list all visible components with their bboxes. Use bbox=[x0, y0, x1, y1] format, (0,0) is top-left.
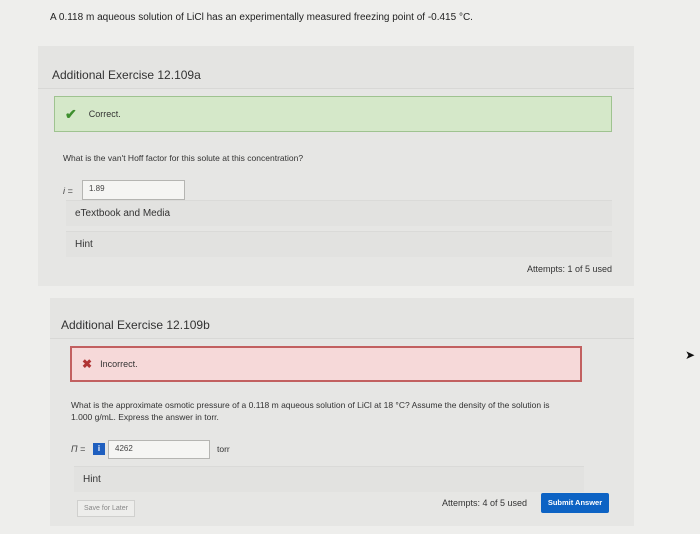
save-for-later-button[interactable]: Save for Later bbox=[77, 500, 135, 517]
unit-label: torr bbox=[217, 444, 230, 454]
mouse-cursor-icon: ➤ bbox=[685, 348, 696, 362]
part-b-question-line2: 1.000 g/mL. Express the answer in torr. bbox=[71, 412, 219, 422]
part-b-question-line1: What is the approximate osmotic pressure… bbox=[71, 400, 550, 410]
part-b-header: Additional Exercise 12.109b bbox=[50, 298, 634, 339]
part-a-answer-field[interactable]: 1.89 bbox=[82, 180, 185, 200]
incorrect-label: Incorrect. bbox=[100, 359, 138, 369]
submit-answer-button[interactable]: Submit Answer bbox=[541, 493, 609, 513]
part-a-header: Additional Exercise 12.109a bbox=[38, 46, 634, 89]
part-b-hint-button[interactable]: Hint bbox=[74, 466, 584, 492]
check-icon: ✔ bbox=[65, 105, 77, 122]
x-icon: ✖ bbox=[82, 357, 93, 371]
problem-statement: A 0.118 m aqueous solution of LiCl has a… bbox=[50, 12, 473, 23]
incorrect-feedback: ✖ Incorrect. bbox=[70, 346, 582, 382]
etextbook-media-button[interactable]: eTextbook and Media bbox=[66, 200, 612, 226]
part-a-panel: Additional Exercise 12.109a ✔ Correct. W… bbox=[38, 46, 634, 286]
correct-feedback: ✔ Correct. bbox=[54, 96, 612, 132]
info-icon[interactable]: i bbox=[93, 443, 105, 455]
part-a-hint-button[interactable]: Hint bbox=[66, 231, 612, 257]
part-b-attempts: Attempts: 4 of 5 used bbox=[442, 498, 528, 508]
part-b-title: Additional Exercise 12.109b bbox=[61, 318, 210, 332]
part-a-answer-label: i = bbox=[63, 186, 73, 196]
part-b-answer-label: Π = bbox=[71, 444, 86, 454]
part-b-panel: Additional Exercise 12.109b ✖ Incorrect.… bbox=[50, 298, 634, 526]
part-b-answer-field[interactable]: 4262 bbox=[108, 440, 210, 459]
part-a-attempts: Attempts: 1 of 5 used bbox=[526, 264, 612, 274]
part-a-title: Additional Exercise 12.109a bbox=[52, 68, 201, 82]
part-a-question: What is the van't Hoff factor for this s… bbox=[63, 153, 304, 163]
correct-label: Correct. bbox=[88, 109, 121, 119]
